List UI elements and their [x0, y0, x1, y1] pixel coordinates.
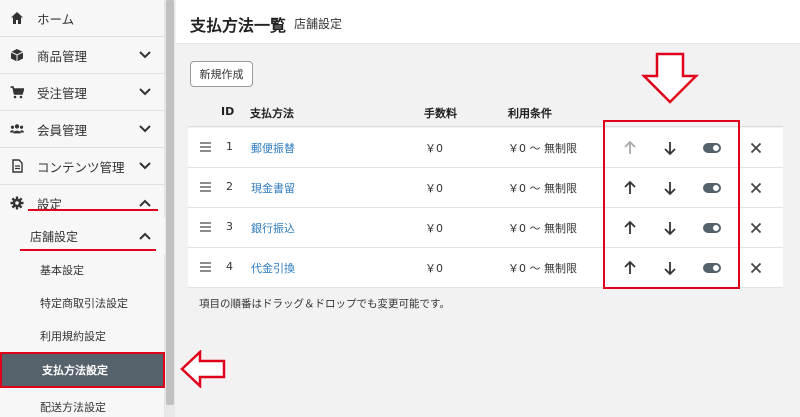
sidebar-item-orders[interactable]: 受注管理	[0, 74, 165, 110]
sidebar-item-label: 受注管理	[37, 85, 88, 101]
highlight-box	[603, 120, 740, 289]
drag-handle-icon[interactable]	[200, 222, 211, 232]
drag-drop-note: 項目の順番はドラッグ＆ドロップでも変更可能です。	[199, 298, 450, 310]
close-icon[interactable]	[746, 138, 766, 158]
chevron-up-icon	[139, 232, 151, 240]
new-button[interactable]: 新規作成	[190, 61, 253, 87]
sidebar-item-label: コンテンツ管理	[37, 159, 125, 175]
sidebar-item-label: 商品管理	[37, 48, 88, 64]
sidebar-item-label: 基本設定	[40, 264, 84, 277]
sidebar-item-products[interactable]: 商品管理	[0, 37, 165, 73]
chevron-down-icon	[139, 51, 151, 59]
close-icon[interactable]	[746, 258, 766, 278]
sidebar-item-label: ホーム	[37, 11, 75, 27]
users-icon	[10, 124, 24, 134]
highlight-underline	[20, 249, 156, 251]
column-header-condition: 利用条件	[508, 107, 552, 120]
row-fee: ￥0	[425, 222, 443, 235]
row-condition: ￥0 〜 無制限	[508, 262, 577, 275]
gear-icon	[10, 196, 24, 210]
row-id: 4	[226, 260, 233, 273]
sidebar-item-members[interactable]: 会員管理	[0, 111, 165, 147]
sidebar: ホーム 商品管理 受注管理 会員管理 コンテンツ管理 設定 店舗設定 基本設定	[0, 0, 165, 417]
close-icon[interactable]	[746, 218, 766, 238]
sidebar-item-label: 配送方法設定	[40, 401, 106, 414]
column-header-id: ID	[221, 105, 235, 118]
page-title: 支払方法一覧	[190, 16, 287, 35]
page-subtitle: 店舗設定	[294, 17, 343, 31]
row-fee: ￥0	[425, 262, 443, 275]
row-condition: ￥0 〜 無制限	[508, 142, 577, 155]
sidebar-item-home[interactable]: ホーム	[0, 0, 165, 36]
sidebar-item-settings[interactable]: 設定	[0, 185, 165, 221]
row-fee: ￥0	[425, 142, 443, 155]
chevron-down-icon	[139, 125, 151, 133]
callout-arrow-down-icon	[640, 52, 700, 104]
row-fee: ￥0	[425, 182, 443, 195]
chevron-up-icon	[139, 199, 151, 207]
home-icon	[11, 12, 23, 24]
column-header-fee: 手数料	[424, 107, 457, 120]
scrollbar-thumb[interactable]	[166, 0, 174, 405]
row-id: 2	[226, 180, 233, 193]
drag-handle-icon[interactable]	[200, 182, 211, 192]
box-icon	[10, 49, 24, 62]
sidebar-scrollbar[interactable]	[165, 0, 175, 417]
sidebar-item-label: 店舗設定	[30, 229, 79, 244]
row-id: 3	[226, 220, 233, 233]
callout-arrow-left-icon	[180, 350, 226, 388]
row-condition: ￥0 〜 無制限	[508, 222, 577, 235]
sidebar-leaf-terms[interactable]: 利用規約設定	[0, 319, 165, 353]
sidebar-item-contents[interactable]: コンテンツ管理	[0, 148, 165, 184]
sidebar-leaf-payment-settings[interactable]: 支払方法設定	[0, 352, 165, 388]
payment-method-link[interactable]: 銀行振込	[251, 220, 295, 236]
sidebar-item-label: 特定商取引法設定	[40, 297, 128, 310]
sidebar-leaf-commercial-law[interactable]: 特定商取引法設定	[0, 286, 165, 320]
column-header-method: 支払方法	[250, 107, 294, 120]
row-condition: ￥0 〜 無制限	[508, 182, 577, 195]
sidebar-leaf-basic-settings[interactable]: 基本設定	[0, 253, 165, 287]
payment-method-link[interactable]: 現金書留	[251, 180, 295, 196]
highlight-underline	[28, 209, 158, 211]
page-header: 支払方法一覧 店舗設定	[176, 0, 800, 44]
cart-icon	[10, 86, 24, 99]
chevron-down-icon	[139, 88, 151, 96]
file-icon	[12, 159, 23, 173]
sidebar-leaf-delivery-settings[interactable]: 配送方法設定	[0, 390, 165, 417]
sidebar-item-label: 利用規約設定	[40, 330, 106, 343]
payment-method-link[interactable]: 郵便振替	[251, 140, 295, 156]
sidebar-item-label: 支払方法設定	[42, 364, 108, 377]
drag-handle-icon[interactable]	[200, 142, 211, 152]
payment-method-link[interactable]: 代金引換	[251, 260, 295, 276]
sidebar-item-label: 会員管理	[37, 122, 88, 138]
chevron-down-icon	[139, 162, 151, 170]
drag-handle-icon[interactable]	[200, 262, 211, 272]
close-icon[interactable]	[746, 178, 766, 198]
row-id: 1	[226, 140, 233, 153]
